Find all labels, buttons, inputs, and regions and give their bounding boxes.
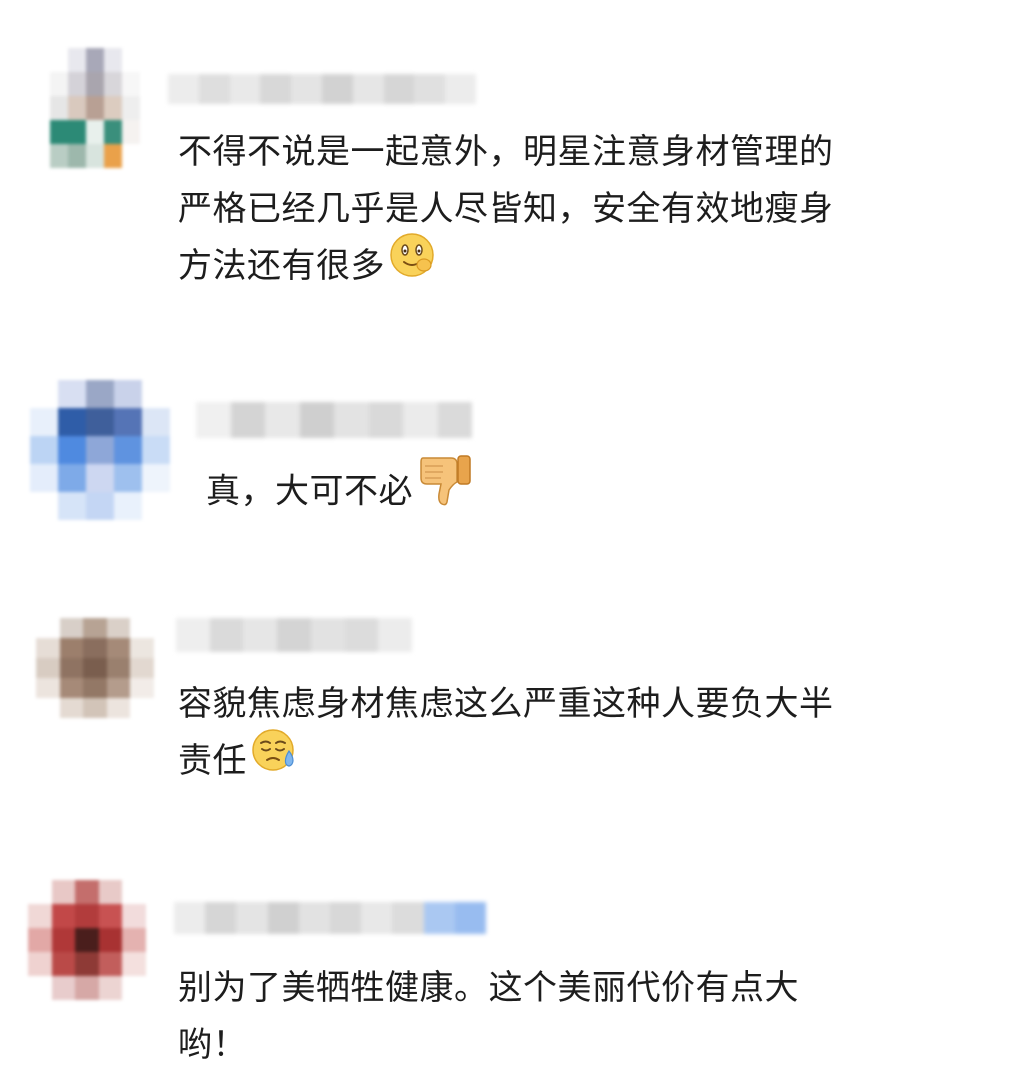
comment-line-text: 真，大可不必 (206, 471, 413, 512)
smile-emoji-icon (389, 232, 435, 296)
comment-line: 真，大可不必 (206, 455, 966, 526)
comment-item: 不得不说是一起意外，明星注意身材管理的 严格已经几乎是人尽皆知，安全有效地瘦身 … (0, 0, 1020, 340)
comment-line-text: 方法还有很多 (178, 246, 385, 286)
comment-item: 真，大可不必 (0, 340, 1020, 590)
username[interactable] (168, 74, 476, 104)
comment-line: 方法还有很多 (178, 232, 978, 296)
comment-text: 容貌焦虑身材焦虑这么严重这种人要负大半 责任 (178, 676, 978, 791)
comment-text: 不得不说是一起意外，明星注意身材管理的 严格已经几乎是人尽皆知，安全有效地瘦身 … (178, 124, 978, 296)
sweat-emoji-icon (251, 727, 299, 791)
avatar[interactable] (30, 380, 170, 520)
comment-item: 容貌焦虑身材焦虑这么严重这种人要负大半 责任 (0, 590, 1020, 850)
comment-line: 哟！ (178, 1025, 247, 1065)
username[interactable] (176, 618, 413, 652)
comment-line: 不得不说是一起意外，明星注意身材管理的 (178, 132, 834, 172)
avatar[interactable] (28, 880, 146, 1000)
comment-line: 别为了美牺牲健康。这个美丽代价有点大 (178, 968, 799, 1008)
comment-text: 真，大可不必 (206, 455, 966, 526)
username[interactable] (174, 902, 487, 934)
avatar[interactable] (50, 48, 140, 168)
comment-line: 责任 (178, 728, 978, 791)
thumbs-down-emoji-icon (417, 452, 475, 526)
comment-item: 别为了美牺牲健康。这个美丽代价有点大 哟！ (0, 850, 1020, 1078)
username[interactable] (196, 402, 472, 438)
comment-text: 别为了美牺牲健康。这个美丽代价有点大 哟！ (178, 960, 978, 1074)
comment-line-text: 责任 (178, 741, 247, 781)
comment-line: 严格已经几乎是人尽皆知，安全有效地瘦身 (178, 189, 834, 229)
comment-line: 容貌焦虑身材焦虑这么严重这种人要负大半 (178, 684, 834, 724)
avatar[interactable] (36, 618, 154, 718)
